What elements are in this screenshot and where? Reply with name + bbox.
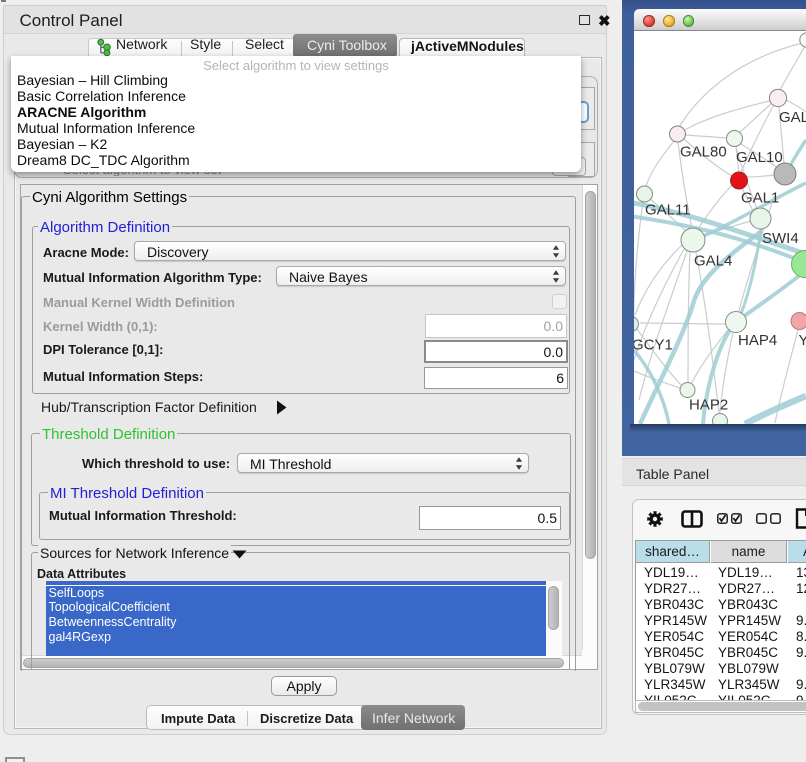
svg-text:GAL2: GAL2: [779, 109, 806, 126]
svg-text:SWI4: SWI4: [762, 230, 799, 247]
svg-text:GAL10: GAL10: [736, 149, 783, 166]
svg-text:GCY1: GCY1: [634, 337, 673, 354]
svg-text:GAL80: GAL80: [680, 144, 727, 161]
svg-text:GAL1: GAL1: [741, 190, 779, 207]
svg-text:HAP4: HAP4: [738, 332, 777, 349]
svg-text:GAL11: GAL11: [645, 202, 691, 219]
svg-text:Y: Y: [799, 332, 806, 349]
svg-text:HAP2: HAP2: [689, 397, 728, 414]
svg-text:GAL4: GAL4: [694, 253, 732, 270]
